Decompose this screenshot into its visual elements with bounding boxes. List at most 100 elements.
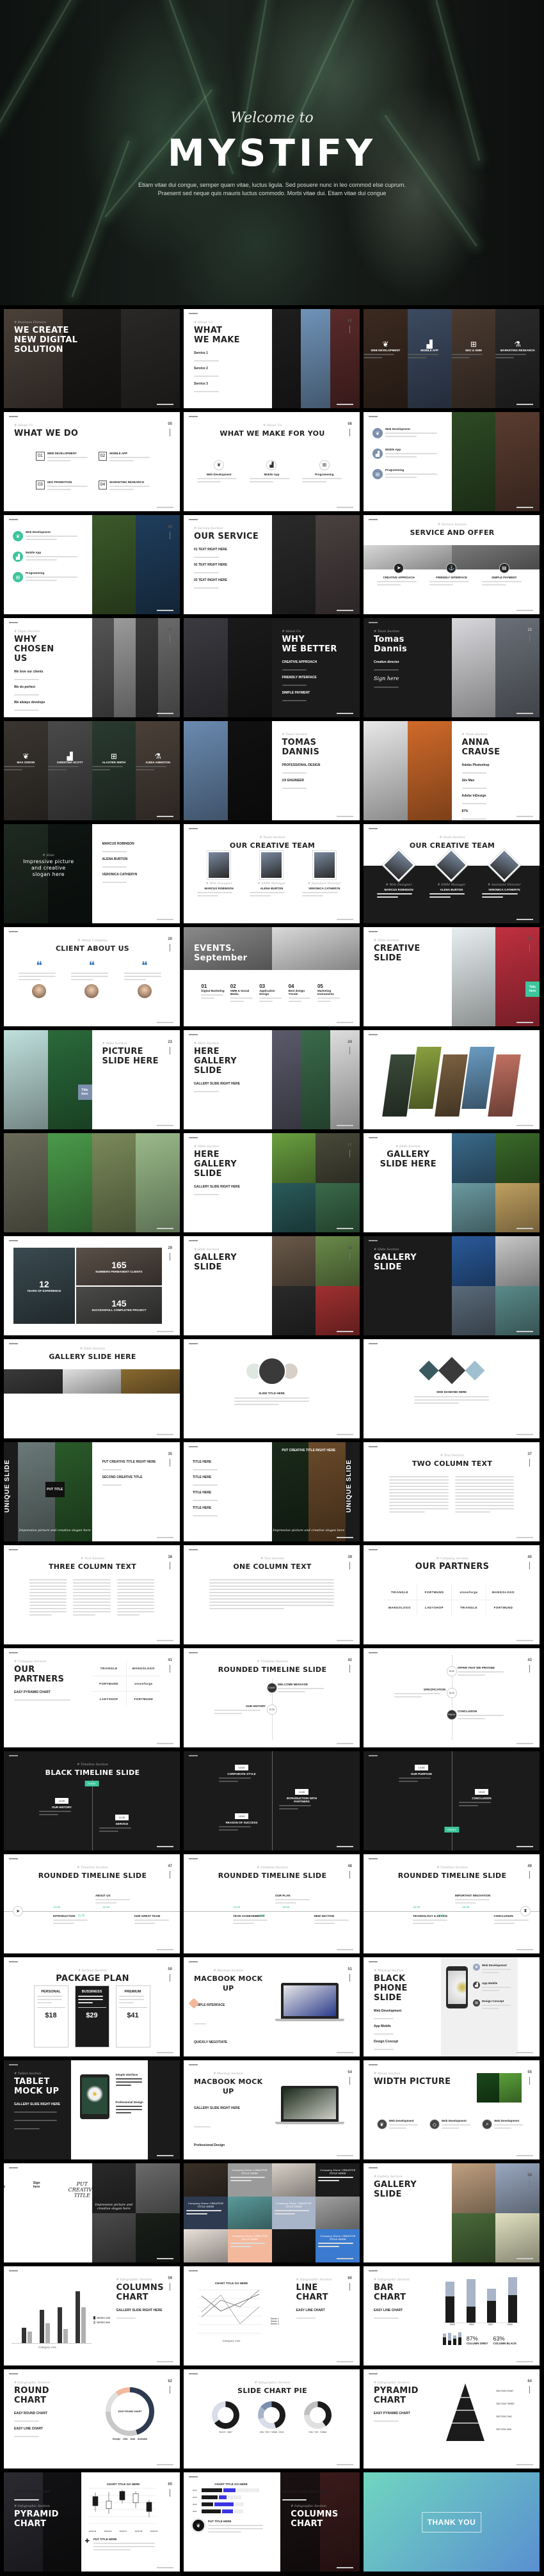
chart-legend: ONE TWO THREE FOUR [258,2431,285,2433]
text-line [389,1495,449,1497]
slide-thumbnail[interactable]: # Tablet Section TABLET MOCK UP GALLERY SLI… [4,2060,180,2159]
slide-thumbnail[interactable]: # Company Section OUR PARTNERS EASY PYRAMID… [4,1648,180,1747]
partner-logo: MANGOLOGO [383,1600,417,1615]
slide-thumbnail[interactable]: THANK YOU [364,2472,540,2572]
slide-thumbnail[interactable]: # Infographic Section LINE CHART EASY LINE … [184,2266,360,2365]
slide-item-label: Web Development [374,2009,402,2013]
slide-thumbnail[interactable]: # Team Section ANNA CRAUSE Adobe Photoshop… [364,721,540,820]
pricing-plan[interactable]: PREMIUM $41 [115,1985,150,2047]
photo-segment [184,618,228,717]
slide-thumbnail[interactable]: 13:30 CORPORATE STYLE 14:40 INTRODUCTION WI… [184,1751,360,1850]
slide-thumbnail[interactable]: # About Us WHY WE BETTER CREATIVE APPROACH F… [184,618,360,717]
pricing-plan[interactable]: BUSSINESS $29 [74,1985,109,2047]
slide-thumbnail[interactable]: PUT TITLE Impressive picture and creative… [4,1442,180,1541]
chart-bar [214,2502,234,2506]
slide-thumbnail[interactable]: SLIDE TITLE HERE [184,1339,360,1438]
slide-thumbnail[interactable]: # Slide Section GALLERY SLIDE 30 [184,1236,360,1335]
slide-thumbnail[interactable]: 29 12 YEARS OF EXPERIENCE 165 NUMBERS PERMAN… [4,1236,180,1335]
slide-title-line: SLIDE [194,1066,222,1076]
text-line [317,1001,331,1002]
slide-thumbnail[interactable]: Title here # Slide Section CREATIVE SLIDE 22 [364,927,540,1026]
text-line [230,2177,266,2178]
slide-thumbnail[interactable]: # Slide Section GALLERY SLIDE HERE [4,1339,180,1438]
slide-thumbnail[interactable]: 43 15:30 OFFER THAT WE PROVIDE 16:15 SPECIFI… [364,1648,540,1747]
slide-thumbnail[interactable]: Company Name CREATIVE TITLE HERE Company … [184,2163,360,2262]
slide-thumbnail[interactable] [364,1030,540,1129]
slide-thumbnail[interactable]: MARCUS ROBINSON ALENA BURTON VERONICA CATH… [4,824,180,923]
slide-footer [157,404,173,405]
slide-thumbnail[interactable]: # Timeline Section ROUNDED TIMELINE SLIDE… [4,1854,180,1953]
slide-thumbnail[interactable]: # Team Section Tomas Dannis Creative direct… [364,618,540,717]
slide-thumbnail[interactable]: # About Company CLIENT ABOUT US 20 ❝ ❝ ❝ [4,927,180,1026]
slide-thumbnail[interactable]: # About Us WHAT WE MAKE FOR YOU 06 ❦ Web Dev… [184,412,360,511]
slide-thumbnail[interactable]: # Slide Section HERE GALLERY SLIDE GALLERY … [184,1133,360,1232]
text-line [93,2546,155,2547]
text-line [109,457,150,458]
slide-thumbnail[interactable]: # Timeline Section ROUNDED TIMELINE SLIDE… [364,1854,540,1953]
slide-thumbnail[interactable]: # Service Section SERVICE AND OFFER ➤ CREAT… [364,515,540,614]
text-line [259,1001,273,1002]
slide-title-line: Dannis [374,644,408,654]
slide-thumbnail[interactable]: Impressive picture and creative slogan h… [4,2163,180,2262]
timeline-event-label: TECHNOLOGY & DEVICE [413,1914,448,1918]
slide-thumbnail[interactable]: Title here # Slide Section PICTURE SLIDE HE… [4,1030,180,1129]
slide-thumbnail[interactable]: EASY PYRAMID CHART # Infographic Section P… [4,2472,180,2572]
slide-thumbnail[interactable]: # Infographic Section BAR CHART EASY LINE C… [364,2266,540,2365]
text-line [14,2111,58,2113]
timeline-time: 13:40 [233,1905,241,1909]
slide-thumbnail[interactable]: # About Section WIDTH PICTURE 55 ❦ Web Devel… [364,2060,540,2159]
slide-thumbnail[interactable]: 08 ❦ Web Development ▟ Mobile App ⊞ Programmin… [4,515,180,614]
slide-thumbnail[interactable]: # Text Section ONE COLUMN TEXT 39 [184,1545,360,1644]
slide-thumbnail[interactable]: # Text Section TWO COLUMN TEXT 37 [364,1442,540,1541]
slide-thumbnail[interactable]: # Slide Section GALLERY SLIDE HERE [364,1133,540,1232]
slide-thumbnail[interactable]: # Team Section WHY CHOSEN US We love our cli… [4,618,180,717]
slide-thumbnail[interactable]: ❦ Web Development ▟ Mobile App ⊞ Programming [364,412,540,511]
slide-thumbnail[interactable]: # Timeline Section ROUNDED TIMELINE SLIDE… [184,1854,360,1953]
slide-thumbnail[interactable]: 14:55 OUR PURPOSE 15:45 CONCLUSION FINISH [364,1751,540,1850]
slide-thumbnail[interactable]: GALLERY SLIDE RIGHT HERE # Infographic Se… [184,2472,360,2572]
slide-thumbnail[interactable]: # Mockup Section MACBOOK MOCK UP GALLERY S… [184,2060,360,2159]
slide-thumbnail[interactable]: # Infographic Section COLUMNS CHART GALLERY… [4,2266,180,2365]
slide-thumbnail[interactable]: # About Us WHAT WE MAKE Service 1 Service 2S… [184,309,360,408]
slide-thumbnail[interactable] [4,1133,180,1232]
slide-thumbnail[interactable]: EVENTS. September 01 Digital Marketing 02 SMM… [184,927,360,1026]
slide-thumbnail[interactable]: # Infographic Section ROUND CHART EASY ROU… [4,2369,180,2469]
slide-thumbnail[interactable]: # Gallery Section GALLERY SLIDE 58 [364,2163,540,2262]
slide-thumbnail[interactable]: # Team Section OUR CREATIVE TEAM # Web Des… [364,824,540,923]
slide-thumbnail[interactable]: # Timeline Section BLACK TIMELINE SLIDE ST… [4,1751,180,1850]
slide-items: EASY PYRAMID CHART [374,2412,443,2424]
slide-thumbnail[interactable]: # Team Section OUR CREATIVE TEAM # Web Des… [184,824,360,923]
slide-kicker: # Text Section [260,1557,285,1561]
slide-thumbnail[interactable]: SIDE DIAMOND HERE [364,1339,540,1438]
widget-text [29,1577,154,1635]
text-line [482,580,522,582]
slide-thumbnail[interactable]: PUT CREATIVE TITLE RIGHT HERE Impressive … [184,1442,360,1541]
slide-thumbnail[interactable]: # Slide Section HERE GALLERY SLIDE GALLERY … [184,1030,360,1129]
slide-thumbnail[interactable]: # Infographic Section SLIDE CHART PIE BLAC… [184,2369,360,2469]
slide-thumbnail[interactable]: # Mockup Section MACBOOK MOCK UP SIMPLE IN… [184,1957,360,2056]
slide-thumbnail[interactable]: # Company Section OUR PARTNERS 40 TRIANGLE F… [364,1545,540,1644]
slide-footer [516,1743,533,1744]
widget-htimeline: ➤ 10:30 INTRODUCTION 11:30 ABOUT US 12:40 OUR … [4,1893,180,1944]
feature-label: Web Development [26,530,51,534]
slide-thumbnail[interactable]: # Mockup Section BLACK PHONE SLIDE Web Devel… [364,1957,540,2056]
slide-thumbnail[interactable]: # Infographic Section PYRAMID CHART EASY PY… [364,2369,540,2469]
slide-thumbnail[interactable]: # Timeline Section ROUNDED TIMELINE SLIDE… [184,1648,360,1747]
slide-thumbnail[interactable]: ❦ MAX SORON ▟ CHRISTINA SCOTT ⊞ ALASTER SMITH… [4,721,180,820]
event-number: 03 [259,983,266,989]
slide-thumbnail[interactable]: ❦ WEB DEVELOPMENT ▟ MOBILE APP ⊞ SEO & SMM ⚗ MA… [364,309,540,408]
slide-thumbnail[interactable]: # Team Section TOMAS DANNIS PROFESSIONAL D… [184,721,360,820]
text-line [454,1476,514,1477]
slide-thumbnail[interactable]: # About Us WHAT WE DO 05 01 WEB DEVELOPMENT 0… [4,412,180,511]
slide-title-line: OUR SERVICE [194,532,259,541]
laptop-base [275,2019,344,2021]
photo-segment [451,1182,496,1232]
slide-thumbnail[interactable]: # Slide Section GALLERY SLIDE [364,1236,540,1335]
slide-thumbnail[interactable]: # Service Section PACKAGE PLAN 50 PERSONAL $… [4,1957,180,2056]
text-line [455,1902,476,1904]
slide-thumbnail[interactable]: # Business Division WE CREATE NEW DIGITAL S… [4,309,180,408]
slide-thumbnail[interactable]: # Text Section THREE COLUMN TEXT 38 [4,1545,180,1644]
pricing-plan[interactable]: PERSONAL $18 [33,1985,68,2047]
text-line [482,584,506,585]
slide-thumbnail[interactable]: # Service Section OUR SERVICE 01 TEXT RIGH… [184,515,360,614]
